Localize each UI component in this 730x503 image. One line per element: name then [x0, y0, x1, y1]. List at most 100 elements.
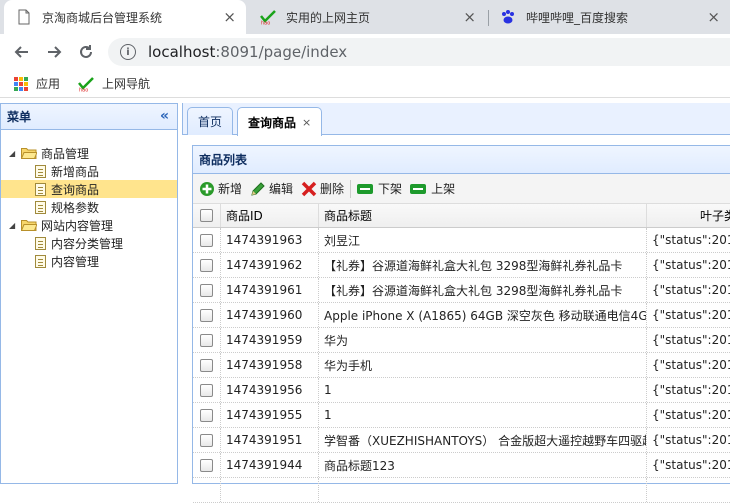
column-header-title[interactable]: 商品标题 — [319, 204, 647, 227]
reload-button[interactable] — [74, 40, 98, 64]
row-checkbox[interactable] — [193, 303, 221, 327]
expand-triangle-icon[interactable]: ◢ — [9, 149, 19, 158]
cell-leaf: {"status":201," — [652, 333, 730, 347]
tab-home[interactable]: 首页 — [187, 107, 234, 135]
tree-node-content-category[interactable]: 内容分类管理 — [1, 234, 177, 252]
row-checkbox[interactable] — [193, 403, 221, 427]
grid-header-row: 商品ID 商品标题 叶子类 — [193, 204, 730, 228]
bookmark-hao123[interactable]: hao 上网导航 — [78, 75, 150, 92]
close-icon[interactable]: × — [302, 116, 311, 129]
cell-leaf: {"status":201," — [652, 358, 730, 372]
column-header-leaf[interactable]: 叶子类 — [647, 204, 730, 227]
column-header-id[interactable]: 商品ID — [221, 204, 319, 227]
checkbox-icon — [200, 458, 213, 472]
close-icon[interactable]: × — [707, 9, 720, 25]
tree-node-query-product[interactable]: 查询商品 — [1, 180, 177, 198]
checkbox-icon — [200, 283, 213, 297]
select-all-checkbox[interactable] — [193, 204, 221, 227]
shelve-button[interactable]: 上架 — [410, 180, 455, 197]
address-bar[interactable]: i localhost:8091/page/index — [108, 38, 730, 66]
url-path: :8091/page/index — [215, 43, 348, 61]
table-row[interactable]: 1474391962 【礼券】谷源道海鲜礼盒大礼包 3298型海鲜礼券礼品卡 {"s… — [193, 253, 730, 278]
edit-button[interactable]: 编辑 — [250, 180, 293, 197]
table-row[interactable]: 1474391944商品标题123 {"status":201," — [193, 453, 730, 478]
forward-button[interactable] — [42, 40, 66, 64]
checkbox-icon — [200, 233, 213, 247]
edit-label: 编辑 — [269, 182, 294, 196]
row-checkbox[interactable] — [193, 228, 221, 252]
tree-node-add-product[interactable]: 新增商品 — [1, 162, 177, 180]
checkbox-icon — [200, 333, 213, 347]
cell-id: 1474391961 — [221, 278, 319, 302]
table-row[interactable]: 1474391961 【礼券】谷源道海鲜礼盒大礼包 3298型海鲜礼券礼品卡 {"s… — [193, 278, 730, 303]
tree-node-site-content[interactable]: ◢ 网站内容管理 — [1, 216, 177, 234]
row-checkbox[interactable] — [193, 478, 221, 502]
delete-label: 删除 — [320, 182, 345, 196]
tab-query-product[interactable]: 查询商品 × — [237, 107, 323, 136]
expand-triangle-icon[interactable]: ◢ — [9, 221, 19, 230]
checkbox-icon — [200, 408, 213, 422]
info-icon[interactable]: i — [120, 44, 136, 60]
cell-leaf: {"status":201," — [652, 383, 730, 397]
add-button[interactable]: 新增 — [199, 180, 242, 197]
browser-tab-hao[interactable]: hao 实用的上网主页 × — [248, 0, 486, 34]
table-row[interactable]: 1474391958华为手机 {"status":201," — [193, 353, 730, 378]
tree-node-content-management[interactable]: 内容管理 — [1, 252, 177, 270]
cell-id — [221, 478, 319, 502]
cell-leaf: {"status":201," — [652, 233, 730, 247]
file-icon — [35, 200, 46, 214]
unshelve-label: 下架 — [378, 182, 403, 196]
tree-node-product-management[interactable]: ◢ 商品管理 — [1, 144, 177, 162]
table-row[interactable] — [193, 478, 730, 503]
cell-leaf: {"status":201," — [652, 408, 730, 422]
grid-toolbar: 新增 编辑 删除 下架 上架 — [193, 174, 730, 204]
tree-node-label: 商品管理 — [41, 146, 90, 161]
back-button[interactable] — [10, 40, 34, 64]
cell-title: 1 — [319, 378, 647, 402]
table-row[interactable]: 1474391963刘昱江 {"status":201," — [193, 228, 730, 253]
cell-leaf: {"status":201," — [652, 258, 730, 272]
table-row[interactable]: 1474391960 Apple iPhone X (A1865) 64GB 深空… — [193, 303, 730, 328]
collapse-icon[interactable]: « — [160, 108, 169, 124]
content-tabs: 首页 查询商品 × — [182, 103, 730, 136]
menu-panel: 菜单 « ◢ 商品管理 新增商品 查询商品 规格参数 ◢ 网站内容管理 内容分类… — [0, 103, 178, 484]
file-icon — [35, 164, 46, 178]
row-checkbox[interactable] — [193, 253, 221, 277]
add-label: 新增 — [218, 182, 243, 196]
menu-title: 菜单 — [7, 110, 32, 124]
tree-node-label: 内容分类管理 — [51, 236, 124, 251]
toolbar-separator — [350, 179, 352, 198]
checkbox-icon — [200, 358, 213, 372]
table-row[interactable]: 1474391959华为 {"status":201," — [193, 328, 730, 353]
row-checkbox[interactable] — [193, 453, 221, 477]
unshelve-button[interactable]: 下架 — [357, 180, 402, 197]
delete-button[interactable]: 删除 — [301, 180, 344, 197]
browser-tab-baidu[interactable]: 哔哩哔哩_百度搜索 × — [488, 0, 730, 34]
table-row[interactable]: 14743919561 {"status":201," — [193, 378, 730, 403]
bookmark-label: 上网导航 — [102, 77, 151, 91]
table-row[interactable]: 14743919551 {"status":201," — [193, 403, 730, 428]
bookmark-apps[interactable]: 应用 — [14, 75, 60, 92]
cell-id: 1474391955 — [221, 403, 319, 427]
url-host: localhost — [148, 43, 216, 61]
add-icon — [200, 181, 214, 196]
browser-tab-jingtao[interactable]: 京淘商城后台管理系统 × — [4, 0, 246, 34]
row-checkbox[interactable] — [193, 278, 221, 302]
cell-leaf: {"status":201," — [652, 433, 730, 447]
table-row[interactable]: 1474391951 学智番（XUEZHISHANTOYS） 合金版超大遥控越野车… — [193, 428, 730, 453]
close-icon[interactable]: × — [223, 9, 236, 25]
tree-node-spec-params[interactable]: 规格参数 — [1, 198, 177, 216]
remove-icon — [357, 183, 374, 194]
cell-id: 1474391958 — [221, 353, 319, 377]
cell-title: 刘昱江 — [319, 228, 647, 252]
close-icon[interactable]: × — [463, 9, 476, 25]
cell-id: 1474391959 — [221, 328, 319, 352]
browser-tab-title: 哔哩哔哩_百度搜索 — [526, 10, 629, 25]
shelve-label: 上架 — [431, 182, 456, 196]
row-checkbox[interactable] — [193, 328, 221, 352]
tree-node-label: 新增商品 — [51, 164, 100, 179]
row-checkbox[interactable] — [193, 428, 221, 452]
row-checkbox[interactable] — [193, 353, 221, 377]
cell-title: 【礼券】谷源道海鲜礼盒大礼包 3298型海鲜礼券礼品卡 — [319, 253, 647, 277]
row-checkbox[interactable] — [193, 378, 221, 402]
